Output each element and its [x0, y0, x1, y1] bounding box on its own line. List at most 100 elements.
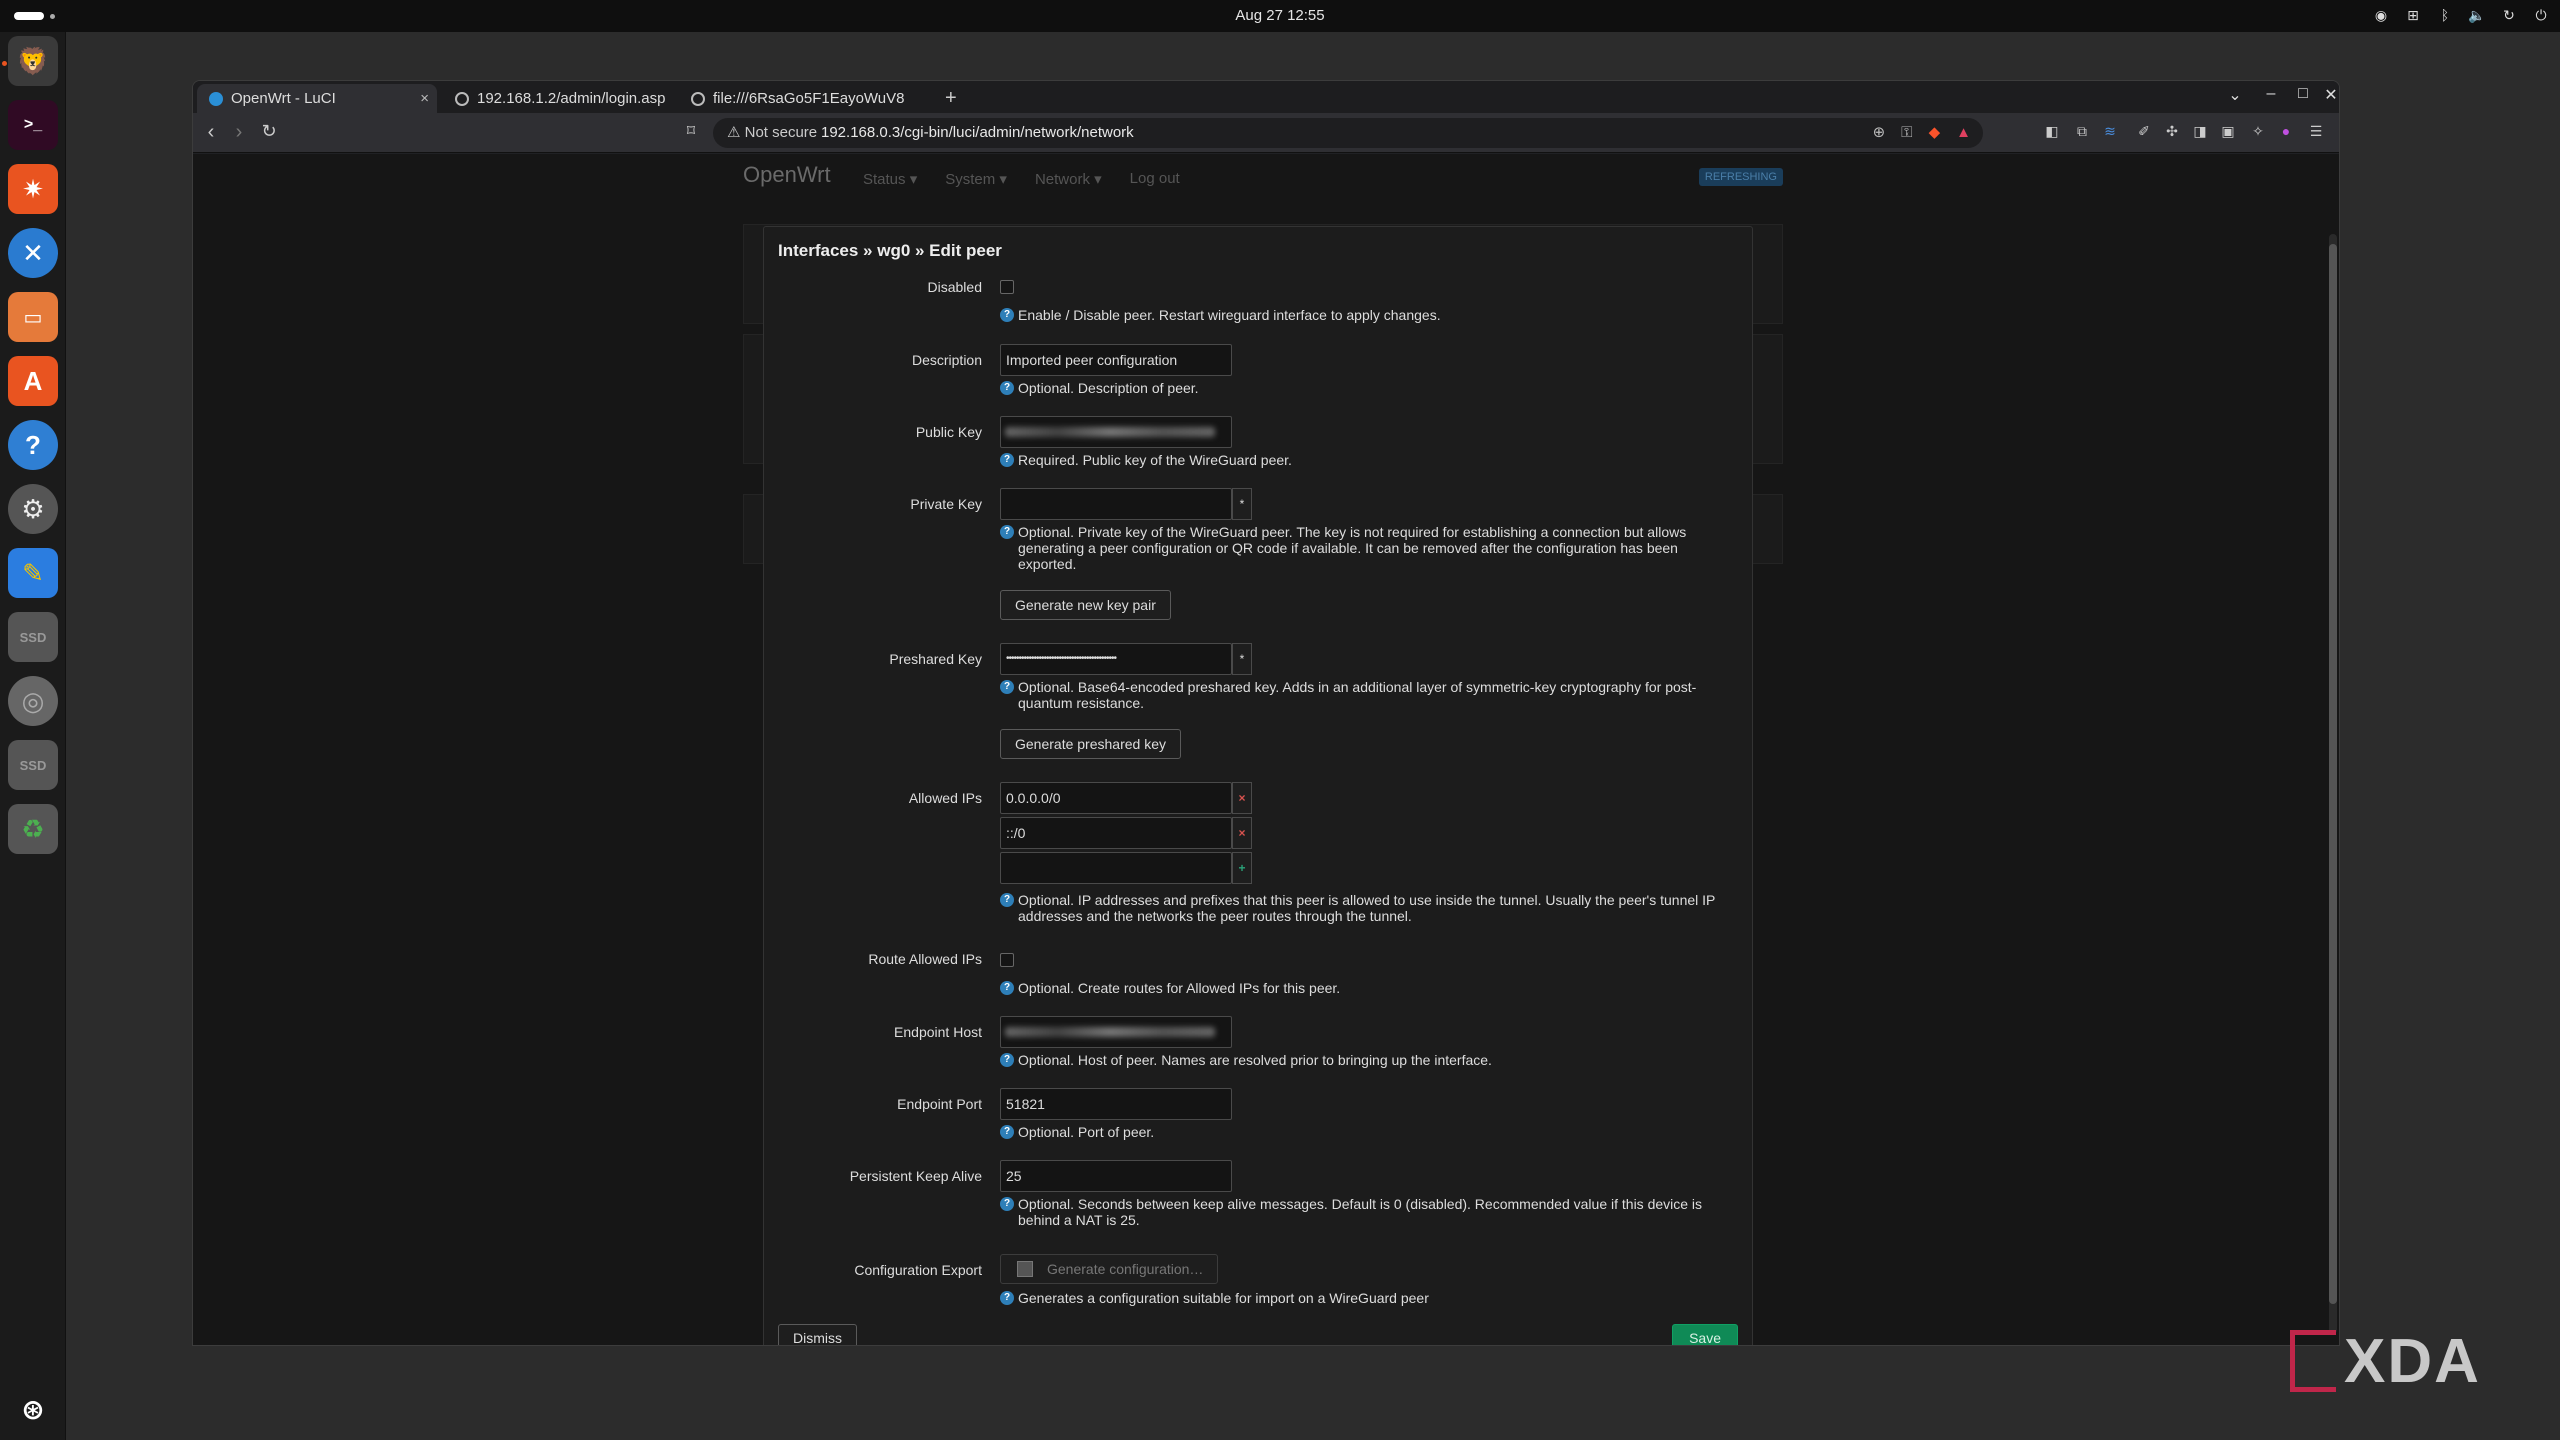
disabled-help: ? Enable / Disable peer. Restart wireguar…: [1000, 307, 1740, 323]
config-export-label: Configuration Export: [854, 1262, 982, 1278]
extension-pen-icon[interactable]: ✐: [2135, 123, 2153, 141]
help-icon[interactable]: ?: [8, 420, 58, 470]
show-apps-ubuntu-icon[interactable]: ⊛: [8, 1384, 58, 1434]
help-question-icon: ?: [1000, 981, 1014, 995]
refreshing-badge: REFRESHING: [1698, 168, 1783, 186]
ssd-drive-icon-2[interactable]: SSD: [8, 740, 58, 790]
scrollbar-thumb[interactable]: [2329, 244, 2337, 1304]
brave-rewards-icon[interactable]: ▲: [1956, 118, 1971, 148]
tab-search-chevron-icon[interactable]: ⌄: [2223, 85, 2247, 105]
public-key-help: ? Required. Public key of the WireGuard p…: [1000, 452, 1740, 468]
app-store-icon[interactable]: A: [8, 356, 58, 406]
top-bar: Aug 27 12:55 ◉ ⊞ ᛒ 🔈 ↻ ⏻: [0, 0, 2560, 32]
forward-button[interactable]: ›: [227, 121, 251, 144]
update-icon[interactable]: ◉: [2372, 6, 2390, 24]
leo-ai-icon[interactable]: ✧: [2249, 123, 2267, 141]
help-question-icon: ?: [1000, 1053, 1014, 1067]
desktop: Aug 27 12:55 ◉ ⊞ ᛒ 🔈 ↻ ⏻ 🦁 >_ ✷ ✕ ▭ A ? …: [0, 0, 2560, 1440]
system-tray[interactable]: ◉ ⊞ ᛒ 🔈 ↻ ⏻: [2372, 6, 2550, 24]
close-window-button[interactable]: ✕: [2323, 85, 2339, 105]
tab-admin-login[interactable]: 192.168.1.2/admin/login.asp: [443, 84, 673, 113]
brave-shields-icon[interactable]: ◆: [1929, 118, 1941, 148]
key-icon[interactable]: ⚿: [1901, 118, 1912, 148]
not-secure-indicator[interactable]: ⚠ Not secure: [727, 118, 817, 148]
generate-new-key-pair-button[interactable]: Generate new key pair: [1000, 590, 1171, 620]
bookmark-icon[interactable]: ⌑: [679, 121, 703, 141]
modal-title: Interfaces » wg0 » Edit peer: [778, 241, 1002, 260]
maximize-button[interactable]: □: [2291, 85, 2315, 103]
private-key-input[interactable]: [1000, 488, 1232, 520]
generate-preshared-key-button[interactable]: Generate preshared key: [1000, 729, 1181, 759]
description-input[interactable]: Imported peer configuration: [1000, 344, 1232, 376]
preshared-key-input[interactable]: ••••••••••••••••••••••••••••••••••••••••…: [1000, 643, 1232, 675]
zoom-icon[interactable]: ⊕: [1873, 118, 1886, 148]
menu-network[interactable]: Network ▾: [1035, 170, 1102, 188]
luci-main-menu: Status ▾ System ▾ Network ▾ Log out: [863, 170, 1180, 188]
new-tab-button[interactable]: +: [945, 84, 957, 112]
route-allowed-ips-checkbox[interactable]: [1000, 953, 1014, 967]
endpoint-port-input[interactable]: 51821: [1000, 1088, 1232, 1120]
openwrt-brand[interactable]: OpenWrt: [743, 162, 831, 188]
extensions-puzzle-icon[interactable]: ✣: [2163, 123, 2181, 141]
new-allowed-ip-input[interactable]: [1000, 852, 1232, 884]
main-menu-icon[interactable]: ☰: [2307, 123, 2325, 141]
config-export-help: ? Generates a configuration suitable for …: [1000, 1290, 1740, 1306]
extension-tabs-icon[interactable]: ⧉: [2073, 123, 2091, 141]
volume-icon[interactable]: 🔈: [2468, 6, 2486, 24]
page-scrollbar[interactable]: [2329, 234, 2337, 1334]
xda-watermark: XDA: [2290, 1326, 2530, 1396]
wallet-icon[interactable]: ▣: [2219, 123, 2237, 141]
remove-allowed-ip-button[interactable]: ×: [1232, 782, 1252, 814]
url-text[interactable]: 192.168.0.3/cgi-bin/luci/admin/network/n…: [821, 118, 1134, 148]
extension-shield-icon[interactable]: ◧: [2043, 123, 2061, 141]
preshared-key-reveal-button[interactable]: *: [1232, 643, 1252, 675]
files-icon[interactable]: ▭: [8, 292, 58, 342]
network-icon[interactable]: ⊞: [2404, 6, 2422, 24]
power-icon[interactable]: ⏻: [2532, 6, 2550, 24]
minimize-button[interactable]: –: [2259, 85, 2283, 103]
keepalive-label: Persistent Keep Alive: [849, 1168, 982, 1184]
public-key-input[interactable]: [1000, 416, 1232, 448]
dismiss-button[interactable]: Dismiss: [778, 1324, 857, 1345]
clock[interactable]: Aug 27 12:55: [0, 7, 2560, 24]
address-bar[interactable]: ⚠ Not secure 192.168.0.3/cgi-bin/luci/ad…: [713, 118, 1983, 148]
remote-desktop-icon[interactable]: ✕: [8, 228, 58, 278]
app-center-sun-icon[interactable]: ✷: [8, 164, 58, 214]
text-editor-icon[interactable]: ✎: [8, 548, 58, 598]
settings-gear-icon[interactable]: ⚙: [8, 484, 58, 534]
menu-logout[interactable]: Log out: [1130, 170, 1180, 188]
globe-icon: [691, 92, 705, 106]
private-key-label: Private Key: [910, 496, 982, 512]
remove-allowed-ip-button[interactable]: ×: [1232, 817, 1252, 849]
endpoint-host-input[interactable]: [1000, 1016, 1232, 1048]
menu-system[interactable]: System ▾: [945, 170, 1007, 188]
profile-icon[interactable]: ●: [2277, 123, 2295, 141]
edit-peer-modal: Interfaces » wg0 » Edit peer Disabled ? E…: [763, 226, 1753, 1345]
back-button[interactable]: ‹: [199, 121, 223, 144]
extension-wave-icon[interactable]: ≋: [2101, 123, 2119, 141]
disabled-label: Disabled: [927, 279, 982, 295]
trash-icon[interactable]: ♻: [8, 804, 58, 854]
optical-disc-icon[interactable]: ◎: [8, 676, 58, 726]
tab-close-icon[interactable]: ×: [420, 84, 429, 113]
menu-status[interactable]: Status ▾: [863, 170, 917, 188]
generate-configuration-button[interactable]: Generate configuration…: [1000, 1254, 1219, 1284]
terminal-icon[interactable]: >_: [8, 100, 58, 150]
disabled-checkbox[interactable]: [1000, 280, 1014, 294]
reload-button[interactable]: ↻: [257, 121, 281, 142]
allowed-ip-input[interactable]: ::/0: [1000, 817, 1232, 849]
add-allowed-ip-button[interactable]: +: [1232, 852, 1252, 884]
brave-browser-icon[interactable]: 🦁: [8, 36, 58, 86]
sidebar-icon[interactable]: ◨: [2191, 123, 2209, 141]
dock: 🦁 >_ ✷ ✕ ▭ A ? ⚙ ✎ SSD ◎ SSD ♻ ⊛: [0, 32, 66, 1440]
help-text: Optional. IP addresses and prefixes that…: [1018, 892, 1716, 924]
save-button[interactable]: Save: [1672, 1324, 1738, 1345]
tab-openwrt-luci[interactable]: OpenWrt - LuCI ×: [197, 84, 437, 113]
bluetooth-icon[interactable]: ᛒ: [2436, 6, 2454, 24]
allowed-ip-input[interactable]: 0.0.0.0/0: [1000, 782, 1232, 814]
history-icon[interactable]: ↻: [2500, 6, 2518, 24]
private-key-reveal-button[interactable]: *: [1232, 488, 1252, 520]
ssd-drive-icon[interactable]: SSD: [8, 612, 58, 662]
keepalive-input[interactable]: 25: [1000, 1160, 1232, 1192]
tab-file[interactable]: file:///6RsaGo5F1EayoWuV8: [679, 84, 919, 113]
